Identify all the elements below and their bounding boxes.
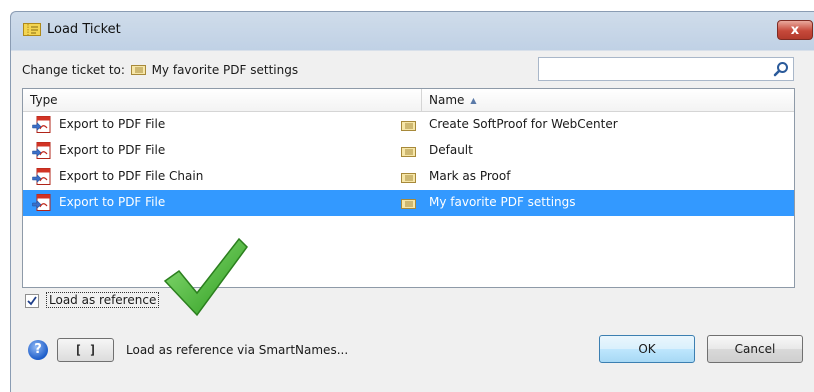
row-name: Mark as Proof [429, 169, 511, 183]
ticket-icon [401, 121, 416, 131]
close-icon: x [790, 23, 800, 38]
sort-ascending-icon: ▲ [470, 96, 477, 105]
change-ticket-label: Change ticket to: [22, 63, 125, 77]
column-header-type[interactable]: Type [30, 93, 58, 107]
export-pdf-icon [32, 116, 51, 133]
help-icon[interactable]: ? [28, 340, 48, 360]
ticket-icon [401, 147, 416, 157]
row-type: Export to PDF File Chain [59, 169, 204, 183]
export-pdf-chain-icon [32, 168, 51, 185]
row-type: Export to PDF File [59, 195, 166, 209]
list-row[interactable]: Export to PDF File Create SoftProof for … [23, 112, 794, 138]
ok-button[interactable]: OK [599, 335, 695, 363]
column-header-name[interactable]: Name ▲ [429, 93, 477, 107]
change-ticket-name: My favorite PDF settings [151, 63, 299, 77]
row-name: My favorite PDF settings [429, 195, 576, 209]
load-as-reference-checkbox[interactable] [25, 294, 39, 308]
column-divider[interactable] [421, 89, 422, 111]
smartnames-button[interactable]: [ ] [57, 338, 114, 362]
ticket-icon [401, 173, 416, 183]
export-pdf-icon [32, 142, 51, 159]
row-name: Create SoftProof for WebCenter [429, 117, 618, 131]
green-checkmark-icon [163, 237, 248, 317]
ticket-icon [401, 199, 416, 209]
ticket-icon [130, 65, 146, 75]
smartnames-label: Load as reference via SmartNames... [126, 343, 349, 357]
search-input[interactable] [538, 57, 794, 81]
list-row[interactable]: Export to PDF File Chain Mark as Proof [23, 164, 794, 190]
change-ticket-row: Change ticket to: My favorite PDF settin… [22, 63, 298, 77]
export-pdf-icon [32, 194, 51, 211]
search-icon[interactable] [773, 61, 789, 77]
list-row-selected[interactable]: Export to PDF File My favorite PDF setti… [23, 190, 794, 216]
row-type: Export to PDF File [59, 117, 166, 131]
list-row[interactable]: Export to PDF File Default [23, 138, 794, 164]
column-header-name-label: Name [429, 93, 465, 107]
close-button[interactable]: x [777, 20, 813, 40]
checkmark-icon [27, 296, 37, 306]
ticket-list[interactable]: Type Name ▲ Export to PDF File Create Sof… [22, 88, 795, 288]
ticket-icon [23, 23, 41, 36]
load-as-reference-label[interactable]: Load as reference [46, 292, 160, 308]
cancel-button[interactable]: Cancel [707, 335, 803, 363]
list-header: Type Name ▲ [23, 89, 794, 112]
row-name: Default [429, 143, 473, 157]
dialog-title: Load Ticket [47, 22, 121, 37]
row-type: Export to PDF File [59, 143, 166, 157]
